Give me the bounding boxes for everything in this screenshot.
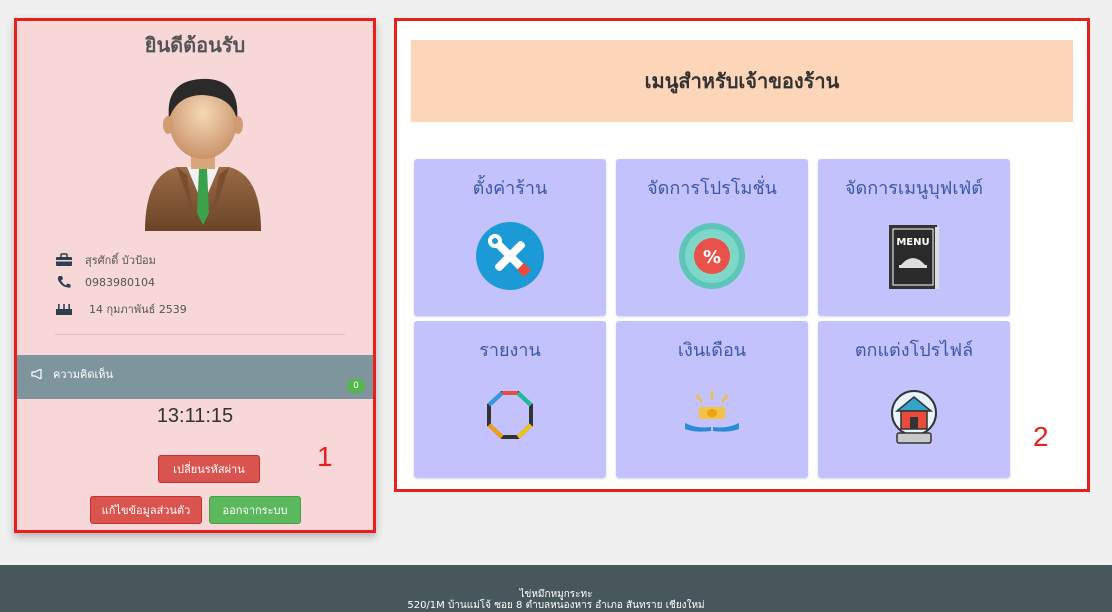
profile-phone: 0983980104 (85, 275, 155, 289)
footer-shop-name: ไข่หมึกหมูกระทะ (519, 589, 593, 600)
profile-panel: ยินดีต้อนรับ สุรศักดิ์ บัวป้อม 098398010… (17, 21, 373, 530)
menu-book-icon: MENU (889, 225, 939, 289)
tile-decorate-profile[interactable]: ตกแต่งโปรไฟล์ (818, 321, 1010, 478)
tile-label: จัดการเมนูบุฟเฟ่ต์ (845, 178, 983, 199)
tile-manage-promotions[interactable]: จัดการโปรโมชั่น % (616, 159, 808, 316)
birthday-cake-icon (56, 304, 72, 315)
tile-label: เงินเดือน (677, 340, 747, 361)
tile-label: ตั้งค่าร้าน (472, 178, 548, 199)
user-avatar-icon (145, 78, 261, 231)
phone-icon (57, 276, 71, 288)
tile-reports[interactable]: รายงาน (414, 321, 606, 478)
annotation-marker-1: 1 (317, 441, 333, 472)
tools-icon (476, 222, 544, 290)
promotion-badge-icon: % (679, 223, 745, 289)
divider (55, 334, 345, 335)
edit-profile-button[interactable]: แก้ไขข้อมูลส่วนตัว (90, 496, 202, 524)
profile-birthday-row: 14 กุมภาพันธ์ 2539 (55, 300, 187, 318)
comments-count-badge: 0 (347, 379, 365, 393)
comments-label: ความคิดเห็น (53, 368, 113, 381)
profile-house-icon (891, 390, 937, 444)
svg-text:%: % (703, 247, 721, 268)
site-footer: ไข่หมึกหมูกระทะ 520/1M บ้านแม่โจ้ ซอย 8 … (0, 565, 1112, 612)
owner-menu-title: เมนูสำหรับเจ้าของร้าน (411, 40, 1073, 122)
profile-name-row: สุรศักดิ์ บัวป้อม (55, 251, 156, 269)
tile-label: จัดการโปรโมชั่น (647, 178, 777, 199)
comments-bar[interactable]: ความคิดเห็น 0 (17, 355, 373, 399)
tile-label: รายงาน (479, 340, 541, 361)
change-password-button[interactable]: เปลี่ยนรหัสผ่าน (158, 455, 260, 483)
megaphone-icon (31, 369, 42, 379)
footer-address: 520/1M บ้านแม่โจ้ ซอย 8 ตำบลหนองหาร อำเภ… (407, 600, 705, 611)
tile-shop-settings[interactable]: ตั้งค่าร้าน (414, 159, 606, 316)
annotation-marker-2: 2 (1033, 421, 1049, 452)
report-cycle-icon (487, 391, 533, 439)
tile-salary[interactable]: เงินเดือน (616, 321, 808, 478)
clock-display: 13:11:15 (156, 405, 234, 427)
logout-button[interactable]: ออกจากระบบ (209, 496, 301, 524)
comments-label-row: ความคิดเห็น (31, 365, 113, 383)
profile-name: สุรศักดิ์ บัวป้อม (85, 254, 156, 267)
profile-panel-frame: ยินดีต้อนรับ สุรศักดิ์ บัวป้อม 098398010… (14, 18, 376, 533)
briefcase-icon (56, 253, 72, 266)
profile-birthday: 14 กุมภาพันธ์ 2539 (89, 303, 187, 316)
welcome-title: ยินดีต้อนรับ (144, 33, 246, 57)
tile-manage-buffet-menu[interactable]: จัดการเมนูบุฟเฟ่ต์ MENU (818, 159, 1010, 316)
svg-text:MENU: MENU (896, 237, 929, 248)
profile-phone-row: 0983980104 (55, 275, 155, 289)
tile-label: ตกแต่งโปรไฟล์ (854, 340, 974, 361)
owner-menu-panel: เมนูสำหรับเจ้าของร้าน ตั้งค่าร้าน จัดการ… (394, 18, 1090, 492)
salary-money-icon (685, 391, 739, 432)
